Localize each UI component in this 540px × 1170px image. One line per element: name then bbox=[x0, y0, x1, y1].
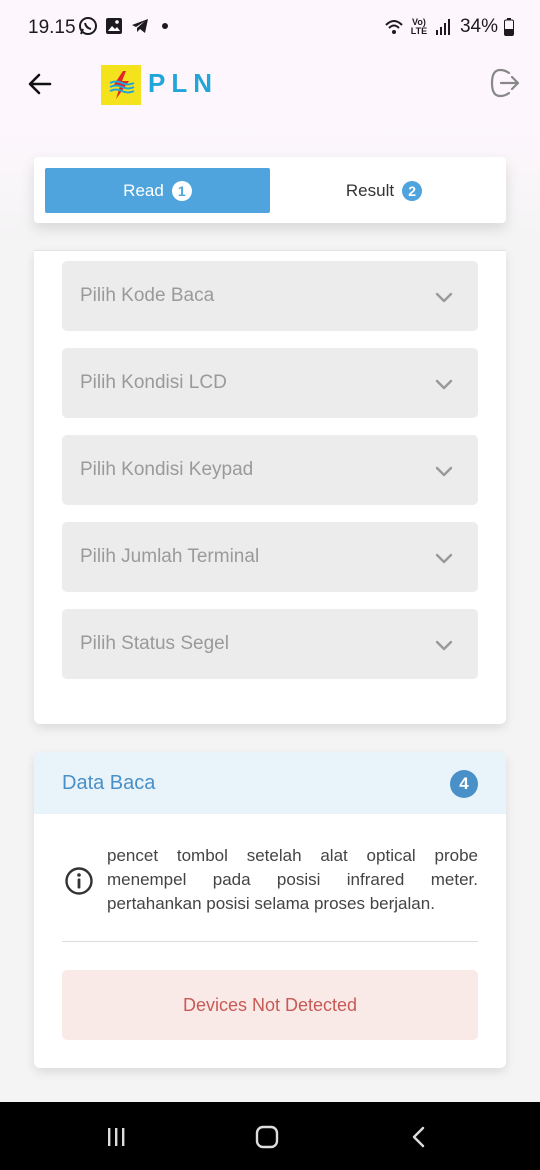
tab-read[interactable]: Read 1 bbox=[45, 168, 270, 213]
pln-logo bbox=[101, 65, 141, 105]
data-baca-title: Data Baca bbox=[62, 772, 156, 794]
step-tabs: Read 1 Result 2 bbox=[34, 157, 506, 223]
app-screen: 19.15 Vo) LTE 34% PLN Read 1 Result 2 Pi… bbox=[0, 0, 540, 1170]
tab-result-label: Result bbox=[345, 180, 395, 200]
select-placeholder: Pilih Jumlah Terminal bbox=[80, 546, 260, 567]
whatsapp-icon bbox=[79, 17, 97, 35]
recent-apps-icon bbox=[108, 1128, 125, 1146]
select-kondisi-keypad[interactable]: Pilih Kondisi Keypad bbox=[62, 435, 478, 505]
logo-text: PLN bbox=[148, 68, 218, 98]
system-nav-bar bbox=[0, 1102, 540, 1170]
back-nav-button[interactable] bbox=[402, 1120, 436, 1154]
tab-result[interactable]: Result 2 bbox=[274, 168, 494, 213]
chevron-down-icon bbox=[435, 553, 453, 564]
select-placeholder: Pilih Kondisi Keypad bbox=[80, 459, 254, 480]
data-baca-card: Data Baca 4 pencet tombol setelah alat o… bbox=[34, 752, 506, 1068]
battery-icon bbox=[504, 18, 514, 36]
signal-icon bbox=[435, 19, 450, 35]
logout-icon bbox=[490, 68, 520, 98]
wifi-icon bbox=[385, 20, 403, 34]
select-placeholder: Pilih Status Segel bbox=[80, 633, 229, 654]
select-kondisi-lcd[interactable]: Pilih Kondisi LCD bbox=[62, 348, 478, 418]
instruction-text: pencet tombol setelah alat optical probe… bbox=[107, 846, 478, 913]
notification-dot-icon bbox=[162, 23, 168, 29]
chevron-down-icon bbox=[435, 640, 453, 651]
logout-button[interactable] bbox=[488, 66, 522, 100]
tab-read-label: Read bbox=[123, 180, 164, 200]
data-baca-header: Data Baca 4 bbox=[34, 752, 506, 814]
tab-result-number: 2 bbox=[402, 180, 423, 201]
volte-label: Vo) LTE bbox=[410, 17, 428, 36]
home-icon bbox=[255, 1125, 279, 1149]
back-button[interactable] bbox=[24, 68, 56, 100]
back-nav-icon bbox=[412, 1126, 425, 1148]
tab-read-number: 1 bbox=[171, 180, 192, 201]
telegram-icon bbox=[132, 19, 148, 33]
select-kode-baca[interactable]: Pilih Kode Baca bbox=[62, 261, 478, 331]
step-badge: 4 bbox=[450, 770, 478, 798]
status-bar: 19.15 Vo) LTE 34% bbox=[0, 0, 540, 56]
select-placeholder: Pilih Kondisi LCD bbox=[80, 372, 227, 393]
info-icon bbox=[65, 867, 93, 895]
recent-apps-button[interactable] bbox=[99, 1120, 133, 1154]
select-status-segel[interactable]: Pilih Status Segel bbox=[62, 609, 478, 679]
read-form-card: Pilih Kode Baca Pilih Kondisi LCD Pilih … bbox=[34, 250, 506, 724]
chevron-down-icon bbox=[435, 466, 453, 477]
arrow-left-icon bbox=[28, 73, 52, 95]
lightning-logo-icon bbox=[109, 71, 135, 99]
gallery-icon bbox=[106, 18, 122, 34]
select-jumlah-terminal[interactable]: Pilih Jumlah Terminal bbox=[62, 522, 478, 592]
select-placeholder: Pilih Kode Baca bbox=[80, 285, 215, 306]
device-status-alert: Devices Not Detected bbox=[62, 970, 478, 1040]
app-header: PLN bbox=[0, 56, 540, 120]
chevron-down-icon bbox=[435, 292, 453, 303]
home-button[interactable] bbox=[250, 1120, 284, 1154]
battery-percent: 34% bbox=[459, 16, 498, 37]
divider bbox=[62, 941, 478, 942]
chevron-down-icon bbox=[435, 379, 453, 390]
status-time: 19.15 bbox=[28, 17, 76, 38]
